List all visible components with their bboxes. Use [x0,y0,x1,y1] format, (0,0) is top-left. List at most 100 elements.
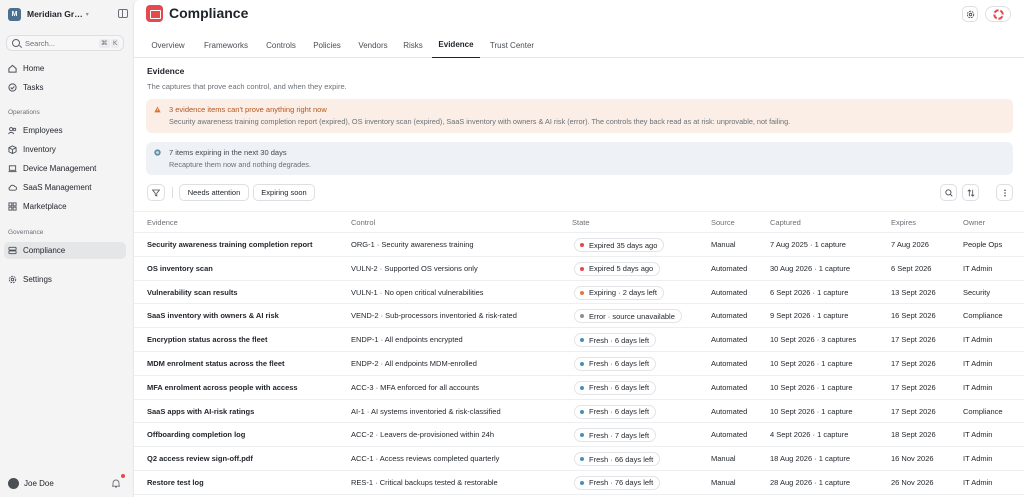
tab-evidence[interactable]: Evidence [432,32,480,58]
table-row[interactable]: MDM enrolment status across the fleet END… [134,352,1024,376]
workspace-avatar: M [8,7,21,21]
cell-captured: 10 Sept 2026 · 3 captures [770,335,857,345]
cell-captured: 7 Aug 2025 · 1 capture [770,240,846,249]
avatar [8,478,19,489]
sidebar-item-tasks[interactable]: Tasks [4,79,126,96]
tab-frameworks[interactable]: Frameworks [200,32,252,58]
chip-needs-attention[interactable]: Needs attention [179,184,249,201]
info-banner: 7 items expiring in the next 30 days Rec… [146,142,1013,175]
gear-icon [8,275,17,284]
column-header-state[interactable]: State [572,218,590,227]
sidebar-item-settings[interactable]: Settings [4,271,126,288]
cell-source: Automated [711,406,748,416]
sidebar-item-employees[interactable]: Employees [4,122,126,139]
status-dot-icon [580,290,584,295]
cell-control: ACC-2 · Leavers de-provisioned within 24… [351,430,494,440]
cell-expires: 13 Sept 2026 [891,287,936,297]
table-row[interactable]: OS inventory scan VULN-2 · Supported OS v… [134,257,1024,281]
column-header-expires[interactable]: Expires [891,218,916,227]
status-dot-icon [580,243,584,247]
table-row[interactable]: MFA enrolment across people with access A… [134,376,1024,400]
cell-evidence: MDM enrolment status across the fleet [147,358,285,368]
settings-button[interactable] [962,6,978,22]
sidebar-item-home[interactable]: Home [4,60,126,77]
status-text: Expired 35 days ago [589,240,658,250]
status-text: Expired 5 days ago [589,264,654,274]
table-row[interactable]: Security awareness training completion r… [134,233,1024,257]
status-dot-icon [580,457,584,462]
column-header-source[interactable]: Source [711,218,735,227]
table-row[interactable]: Restore test log RES-1 · Critical backups… [134,471,1024,495]
tab-risks[interactable]: Risks [400,32,426,58]
cell-control: VULN-2 · Supported OS versions only [351,263,478,273]
tab-controls[interactable]: Controls [262,32,300,58]
lifebuoy-icon [992,8,1004,20]
table-row[interactable]: Encryption status across the fleet ENDP-1… [134,328,1024,352]
cell-evidence: Offboarding completion log [147,430,246,440]
cell-expires: 26 Nov 2026 [891,477,934,487]
cell-source: Automated [711,382,748,392]
cell-owner: Security [963,287,991,297]
bell-icon[interactable] [111,479,121,488]
sidebar-item-marketplace[interactable]: Marketplace [4,198,126,215]
status-badge: Expiring · 2 days left [574,285,664,300]
tab-bar: Overview Frameworks Controls Policies Ve… [134,32,1024,58]
column-header-owner[interactable]: Owner [963,218,985,227]
table-row[interactable]: Q2 access review sign-off.pdf ACC-1 · Acc… [134,447,1024,471]
cell-captured: 18 Aug 2026 · 1 capture [770,454,851,464]
help-button[interactable] [985,6,1011,22]
cell-source: Manual [711,454,736,464]
sort-icon [967,188,974,197]
status-badge: Fresh · 6 days left [574,333,657,348]
sort-button[interactable] [962,184,979,201]
cell-owner: IT Admin [963,477,993,487]
status-badge: Fresh · 76 days left [574,475,661,490]
user-menu[interactable]: Joe Doe [8,478,54,489]
warning-banner: 3 evidence items can't prove anything ri… [146,99,1013,133]
sidebar-item-device-management[interactable]: Device Management [4,160,126,177]
sidebar-item-inventory[interactable]: Inventory [4,141,126,158]
status-text: Fresh · 6 days left [589,359,650,369]
search-input[interactable]: Search... ⌘ K [6,35,124,51]
cell-control: ACC-3 · MFA enforced for all accounts [351,382,479,392]
warning-icon [154,106,161,113]
cell-evidence: SaaS inventory with owners & AI risk [147,311,279,321]
table-row[interactable]: SaaS apps with AI-risk ratings AI-1 · AI … [134,400,1024,424]
status-text: Expiring · 2 days left [589,288,657,298]
column-header-evidence[interactable]: Evidence [147,218,178,227]
tab-policies[interactable]: Policies [309,32,345,58]
sidebar-item-saas-management[interactable]: SaaS Management [4,179,126,196]
table-row[interactable]: Offboarding completion log ACC-2 · Leaver… [134,423,1024,448]
cell-expires: 16 Sept 2026 [891,311,936,321]
search-button[interactable] [940,184,957,201]
divider [172,187,173,198]
tab-vendors[interactable]: Vendors [354,32,392,58]
status-dot-icon [580,433,584,438]
sidebar-item-compliance[interactable]: Compliance [4,242,126,259]
status-dot-icon [580,266,584,271]
home-icon [8,64,17,73]
cloud-icon [8,183,17,192]
status-text: Fresh · 6 days left [589,335,650,345]
status-dot-icon [580,338,584,343]
table-row[interactable]: SaaS inventory with owners & AI risk VEND… [134,304,1024,329]
cell-source: Manual [711,477,736,487]
tab-trust-center[interactable]: Trust Center [486,32,538,58]
cell-expires: 18 Sept 2026 [891,430,936,440]
search-icon [944,188,953,197]
table-row[interactable]: Vulnerability scan results VULN-1 · No op… [134,281,1024,305]
cell-owner: Compliance [963,311,1003,321]
column-header-captured[interactable]: Captured [770,218,801,227]
compliance-logo-icon [146,5,163,22]
column-header-control[interactable]: Control [351,218,375,227]
status-dot-icon [580,314,584,319]
cell-captured: 10 Sept 2026 · 1 capture [770,382,853,392]
chip-expiring-soon[interactable]: Expiring soon [253,184,315,201]
sidebar: M Meridian Gr… ▾ Search... ⌘ K Home Task… [0,0,133,497]
more-button[interactable] [996,184,1013,201]
tab-overview[interactable]: Overview [148,32,188,58]
sidebar-toggle-icon[interactable] [118,9,128,18]
workspace-switcher[interactable]: M Meridian Gr… ▾ [8,7,128,21]
cell-owner: IT Admin [963,335,993,345]
filter-button[interactable] [147,184,165,201]
